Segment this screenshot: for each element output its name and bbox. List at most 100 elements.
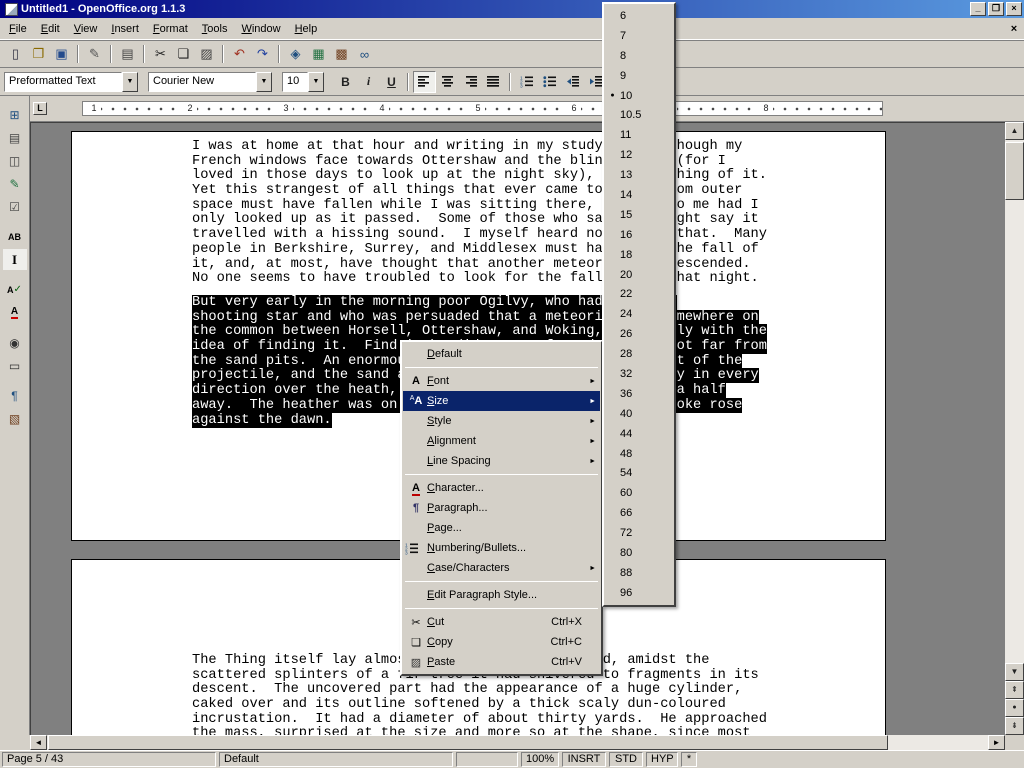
size-option-44[interactable]: 44 [605, 424, 673, 444]
vertical-scroll-thumb[interactable] [1005, 142, 1024, 200]
new-document-button[interactable]: ▯ [4, 43, 27, 65]
menu-view[interactable]: View [67, 20, 105, 38]
direct-cursor-button[interactable]: I [3, 249, 27, 270]
status-modified-flag[interactable]: * [681, 752, 697, 767]
size-option-20[interactable]: 20 [605, 265, 673, 285]
menu-item-page[interactable]: Page... [403, 518, 600, 538]
draw-functions-button[interactable]: ✎ [3, 173, 27, 194]
menu-item-copy[interactable]: ❏CopyCtrl+C [403, 632, 600, 652]
status-page-style[interactable]: Default [219, 752, 453, 767]
size-option-8[interactable]: 8 [605, 46, 673, 66]
size-option-7[interactable]: 7 [605, 26, 673, 46]
menu-item-style[interactable]: Style► [403, 411, 600, 431]
insert-frame-button[interactable]: ▭ [3, 355, 27, 376]
menu-item-default[interactable]: Default [403, 344, 600, 364]
insert-table-button[interactable]: ⊞ [3, 104, 27, 125]
status-zoom[interactable]: 100% [521, 752, 559, 767]
redo-button[interactable]: ↷ [251, 43, 274, 65]
font-size-combo[interactable]: 10 ▼ [282, 72, 326, 92]
align-center-button[interactable] [436, 71, 459, 93]
size-option-96[interactable]: 96 [605, 583, 673, 603]
menu-format[interactable]: Format [146, 20, 195, 38]
horizontal-scrollbar[interactable]: ◄ ► [30, 735, 1005, 750]
minimize-button[interactable]: _ [970, 2, 986, 16]
size-option-16[interactable]: 16 [605, 225, 673, 245]
font-size-dropdown-icon[interactable]: ▼ [308, 72, 324, 92]
status-page-indicator[interactable]: Page 5 / 43 [2, 752, 216, 767]
paste-button[interactable]: ▨ [195, 43, 218, 65]
paragraph-style-combo[interactable]: Preformatted Text ▼ [4, 72, 140, 92]
undo-button[interactable]: ↶ [228, 43, 251, 65]
numbering-on-off-button[interactable]: 123 [515, 71, 538, 93]
scroll-up-icon[interactable]: ▲ [1005, 122, 1024, 140]
copy-button[interactable]: ❏ [172, 43, 195, 65]
paragraph-style-value[interactable]: Preformatted Text [4, 72, 122, 92]
size-option-15[interactable]: 15 [605, 205, 673, 225]
menu-insert[interactable]: Insert [104, 20, 146, 38]
open-file-button[interactable]: ❐ [27, 43, 50, 65]
size-option-72[interactable]: 72 [605, 523, 673, 543]
next-page-button[interactable]: ⇟ [1005, 717, 1024, 735]
autotext-button[interactable]: AB [3, 226, 27, 247]
size-option-12[interactable]: 12 [605, 145, 673, 165]
font-name-combo[interactable]: Courier New ▼ [148, 72, 274, 92]
decrease-indent-button[interactable] [561, 71, 584, 93]
scroll-right-icon[interactable]: ► [988, 735, 1005, 750]
navigation-button[interactable]: ● [1005, 699, 1024, 717]
menu-file[interactable]: File [2, 20, 34, 38]
size-option-10-5[interactable]: 10.5 [605, 105, 673, 125]
size-option-9[interactable]: 9 [605, 66, 673, 86]
size-option-88[interactable]: 88 [605, 563, 673, 583]
menu-help[interactable]: Help [288, 20, 325, 38]
status-hyperlink-mode[interactable]: HYP [646, 752, 678, 767]
size-option-6[interactable]: 6 [605, 6, 673, 26]
scroll-left-icon[interactable]: ◄ [30, 735, 47, 750]
print-file-button[interactable]: ▤ [116, 43, 139, 65]
document-close-button[interactable]: × [1006, 23, 1022, 35]
bullets-on-off-button[interactable] [538, 71, 561, 93]
nonprinting-characters-button[interactable]: ¶ [3, 385, 27, 406]
size-option-32[interactable]: 32 [605, 364, 673, 384]
form-functions-button[interactable]: ☑ [3, 196, 27, 217]
size-option-18[interactable]: 18 [605, 245, 673, 265]
save-file-button[interactable]: ▣ [50, 43, 73, 65]
size-option-14[interactable]: 14 [605, 185, 673, 205]
cut-button[interactable]: ✂ [149, 43, 172, 65]
ruler[interactable]: L 12345678 [30, 96, 1024, 122]
close-button[interactable]: × [1006, 2, 1022, 16]
restore-button[interactable]: ❐ [988, 2, 1004, 16]
hyperlink-button[interactable]: ∞ [353, 43, 376, 65]
horizontal-scroll-thumb[interactable] [48, 735, 888, 750]
menu-item-numbering-bullets[interactable]: 123Numbering/Bullets... [403, 538, 600, 558]
size-option-36[interactable]: 36 [605, 384, 673, 404]
insert-object-button[interactable]: ◫ [3, 150, 27, 171]
size-option-28[interactable]: 28 [605, 344, 673, 364]
bold-button[interactable]: B [334, 71, 357, 93]
menu-item-line-spacing[interactable]: Line Spacing► [403, 451, 600, 471]
size-option-40[interactable]: 40 [605, 404, 673, 424]
menu-item-paste[interactable]: ▨PasteCtrl+V [403, 652, 600, 672]
stylist-button[interactable]: ▦ [307, 43, 330, 65]
vertical-scrollbar[interactable]: ▲ ▼ ⇞ ● ⇟ [1005, 122, 1024, 735]
paragraph[interactable]: I was at home at that hour and writing i… [192, 140, 881, 287]
size-option-11[interactable]: 11 [605, 125, 673, 145]
size-option-80[interactable]: 80 [605, 543, 673, 563]
align-right-button[interactable] [459, 71, 482, 93]
status-insert-mode[interactable]: INSRT [562, 752, 606, 767]
menu-item-edit-paragraph-style[interactable]: Edit Paragraph Style... [403, 585, 600, 605]
size-option-60[interactable]: 60 [605, 483, 673, 503]
edit-file-button[interactable]: ✎ [83, 43, 106, 65]
find-replace-button[interactable]: ◉ [3, 332, 27, 353]
size-option-26[interactable]: 26 [605, 324, 673, 344]
ruler-strip[interactable]: 12345678 [82, 101, 883, 116]
navigator-button[interactable]: ◈ [284, 43, 307, 65]
menu-window[interactable]: Window [234, 20, 287, 38]
size-option-10[interactable]: ●10 [605, 86, 673, 106]
graphics-on-off-button[interactable]: ▧ [3, 408, 27, 429]
insert-fields-button[interactable]: ▤ [3, 127, 27, 148]
menu-item-cut[interactable]: ✂CutCtrl+X [403, 612, 600, 632]
spellcheck-button[interactable]: A✓ [3, 279, 27, 300]
italic-button[interactable]: i [357, 71, 380, 93]
font-name-dropdown-icon[interactable]: ▼ [256, 72, 272, 92]
size-option-22[interactable]: 22 [605, 284, 673, 304]
